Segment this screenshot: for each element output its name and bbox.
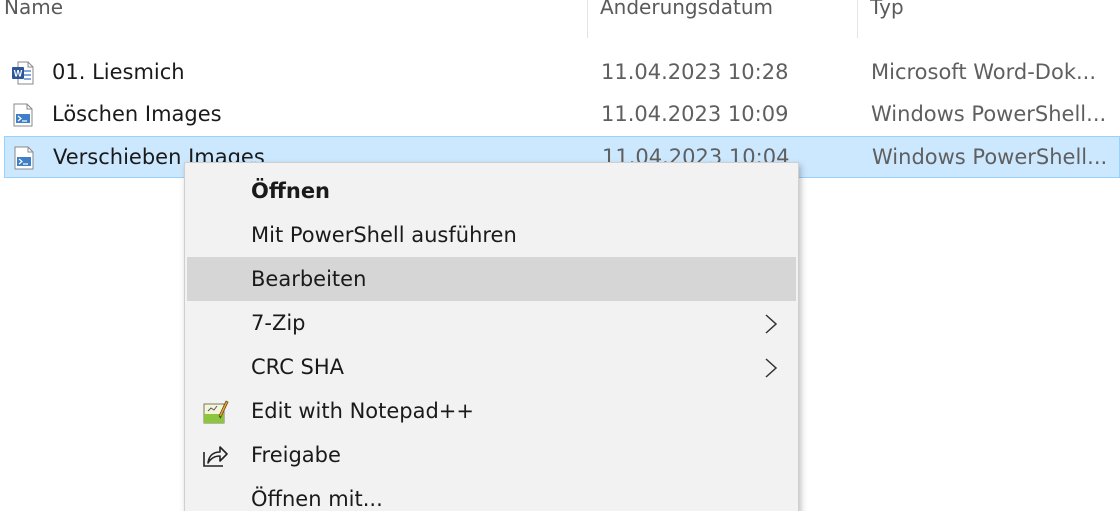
file-type: Microsoft Word-Dok... <box>871 60 1097 84</box>
menu-item-label: CRC SHA <box>251 355 345 379</box>
word-document-icon: W <box>12 61 34 85</box>
file-row[interactable]: Löschen Images 11.04.2023 10:09 Windows … <box>4 94 1120 136</box>
powershell-script-icon <box>13 103 33 127</box>
menu-item-run-with-powershell[interactable]: Mit PowerShell ausführen <box>187 213 796 257</box>
column-header-name[interactable]: Name <box>4 0 63 20</box>
file-type: Windows PowerShell... <box>871 102 1107 126</box>
file-type: Windows PowerShell... <box>872 145 1108 169</box>
menu-item-share[interactable]: Freigabe <box>187 433 796 477</box>
file-row[interactable]: W 01. Liesmich 11.04.2023 10:28 Microsof… <box>4 52 1120 94</box>
menu-item-label: Öffnen mit... <box>251 487 383 511</box>
menu-item-open-with[interactable]: Öffnen mit... <box>187 477 796 511</box>
file-name: Löschen Images <box>52 102 222 126</box>
context-menu: Öffnen Mit PowerShell ausführen Bearbeit… <box>184 162 799 511</box>
share-icon <box>203 446 228 467</box>
menu-item-label: Freigabe <box>251 443 341 467</box>
notepad-plus-plus-icon <box>203 400 229 424</box>
file-explorer: Name Änderungsdatum Typ W 01. Liesmich 1… <box>0 0 1120 511</box>
menu-item-label: Bearbeiten <box>251 267 367 291</box>
column-divider[interactable] <box>587 0 588 38</box>
menu-item-label: Mit PowerShell ausführen <box>251 223 517 247</box>
column-header-date[interactable]: Änderungsdatum <box>600 0 773 20</box>
column-header-row: Name Änderungsdatum Typ <box>0 0 1120 38</box>
file-date: 11.04.2023 10:28 <box>601 60 789 84</box>
chevron-right-icon <box>765 314 778 334</box>
column-header-type[interactable]: Typ <box>870 0 904 20</box>
menu-item-edit-with-notepad[interactable]: Edit with Notepad++ <box>187 389 796 433</box>
svg-text:W: W <box>14 69 23 79</box>
column-divider[interactable] <box>857 0 858 38</box>
menu-item-crc-sha[interactable]: CRC SHA <box>187 345 796 389</box>
menu-item-label: 7-Zip <box>251 311 306 335</box>
menu-item-label: Öffnen <box>251 179 331 203</box>
file-name: 01. Liesmich <box>52 60 185 84</box>
menu-item-label: Edit with Notepad++ <box>251 399 475 423</box>
chevron-right-icon <box>765 358 778 378</box>
menu-item-open[interactable]: Öffnen <box>187 169 796 213</box>
powershell-script-icon <box>14 146 34 170</box>
file-date: 11.04.2023 10:09 <box>601 102 789 126</box>
menu-item-7zip[interactable]: 7-Zip <box>187 301 796 345</box>
menu-item-edit[interactable]: Bearbeiten <box>187 257 796 301</box>
